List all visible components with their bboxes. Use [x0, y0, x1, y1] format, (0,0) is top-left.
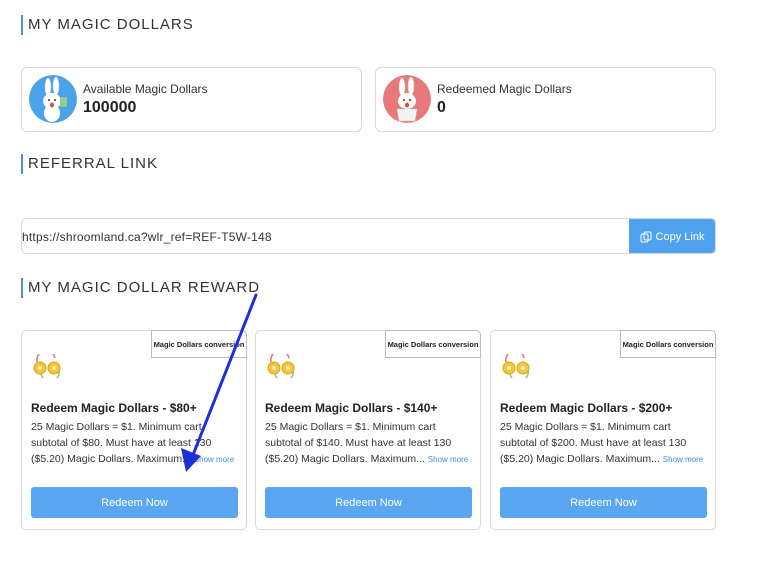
redeemed-magic-dollars-card: Redeemed Magic Dollars 0: [375, 67, 716, 132]
available-magic-dollars-value: 100000: [83, 99, 137, 116]
reward-desc-line: 25 Magic Dollars = $1. Minimum cart: [31, 421, 202, 433]
referral-url[interactable]: https://shroomland.ca?wlr_ref=REF-T5W-14…: [22, 230, 272, 244]
show-more-link[interactable]: Show more: [194, 455, 234, 464]
reward-title: Redeem Magic Dollars - $200+: [500, 401, 673, 415]
show-more-link[interactable]: Show more: [663, 455, 703, 464]
conversion-tag: Magic Dollars conversion: [385, 330, 481, 358]
copy-link-label: Copy Link: [655, 231, 705, 243]
reward-desc-line: 25 Magic Dollars = $1. Minimum cart: [265, 421, 436, 433]
bunny-blue-avatar-icon: [29, 75, 77, 123]
section-title-magic-dollars: MY MAGIC DOLLARS: [21, 15, 194, 35]
reward-desc-line: subtotal of $80. Must have at least 130: [31, 437, 212, 449]
redeem-now-button[interactable]: Redeem Now: [500, 487, 707, 518]
coin-exchange-icon: [267, 354, 295, 378]
reward-desc-line: ($5.20) Magic Dollars. Maximum...: [265, 453, 425, 465]
reward-card: Magic Dollars conversion Redeem Magic Do…: [21, 330, 247, 530]
bunny-red-avatar-icon: [383, 75, 431, 123]
redeem-now-button[interactable]: Redeem Now: [265, 487, 472, 518]
available-magic-dollars-card: Available Magic Dollars 100000: [21, 67, 362, 132]
reward-desc-line: ($5.20) Magic Dollars. Maximum...: [500, 453, 660, 465]
reward-card: Magic Dollars conversion Redeem Magic Do…: [490, 330, 716, 530]
reward-card: Magic Dollars conversion Redeem Magic Do…: [255, 330, 481, 530]
redeemed-magic-dollars-label: Redeemed Magic Dollars: [437, 82, 572, 96]
redeemed-magic-dollars-value: 0: [437, 99, 446, 116]
available-magic-dollars-label: Available Magic Dollars: [83, 82, 208, 96]
reward-desc-line: subtotal of $200. Must have at least 130: [500, 437, 687, 449]
conversion-tag: Magic Dollars conversion: [151, 330, 247, 358]
conversion-tag: Magic Dollars conversion: [620, 330, 716, 358]
reward-title: Redeem Magic Dollars - $80+: [31, 401, 197, 415]
section-title-referral: REFERRAL LINK: [21, 154, 158, 174]
reward-description: 25 Magic Dollars = $1. Minimum cart subt…: [265, 419, 475, 468]
copy-link-button[interactable]: Copy Link: [629, 219, 715, 253]
coin-exchange-icon: [33, 354, 61, 378]
show-more-link[interactable]: Show more: [428, 455, 468, 464]
reward-desc-line: 25 Magic Dollars = $1. Minimum cart: [500, 421, 671, 433]
reward-description: 25 Magic Dollars = $1. Minimum cart subt…: [31, 419, 241, 468]
referral-link-box: https://shroomland.ca?wlr_ref=REF-T5W-14…: [21, 218, 716, 254]
redeem-now-button[interactable]: Redeem Now: [31, 487, 238, 518]
reward-title: Redeem Magic Dollars - $140+: [265, 401, 438, 415]
coin-exchange-icon: [502, 354, 530, 378]
reward-desc-line: subtotal of $140. Must have at least 130: [265, 437, 452, 449]
reward-description: 25 Magic Dollars = $1. Minimum cart subt…: [500, 419, 710, 468]
reward-desc-line: ($5.20) Magic Dollars. Maximum...: [31, 453, 191, 465]
section-title-rewards: MY MAGIC DOLLAR REWARD: [21, 278, 260, 298]
copy-icon: [640, 231, 652, 243]
